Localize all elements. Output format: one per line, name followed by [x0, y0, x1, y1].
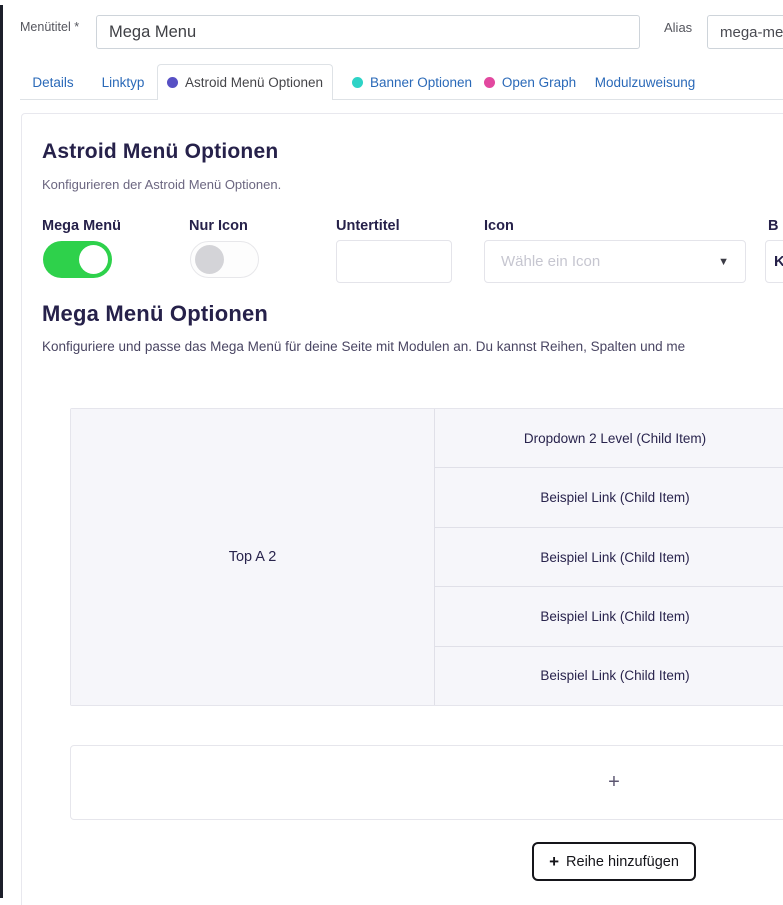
astroid-section-subtitle: Konfigurieren der Astroid Menü Optionen. — [42, 177, 281, 192]
builder-child-cell[interactable]: Beispiel Link (Child Item) — [435, 587, 783, 646]
tab-astroid-menu-optionen[interactable]: Astroid Menü Optionen — [157, 64, 333, 100]
nur-icon-toggle-knob — [195, 245, 224, 274]
menu-title-input[interactable] — [96, 15, 640, 49]
plus-icon: + — [549, 853, 559, 870]
menu-item-edit-screen: Menütitel * Alias Details Linktyp Astroi… — [0, 0, 783, 905]
icon-select-placeholder: Wähle ein Icon — [501, 253, 718, 270]
builder-child-cell-label: Beispiel Link (Child Item) — [540, 609, 689, 624]
builder-child-column: Dropdown 2 Level (Child Item) Beispiel L… — [435, 409, 783, 705]
tab-linktyp[interactable]: Linktyp — [90, 66, 156, 98]
builder-parent-cell-label: Top A 2 — [229, 549, 277, 565]
nur-icon-toggle[interactable] — [190, 241, 259, 278]
builder-child-cell[interactable]: Beispiel Link (Child Item) — [435, 528, 783, 587]
mega-menu-section-title: Mega Menü Optionen — [42, 301, 268, 327]
tab-banner-optionen[interactable]: Banner Optionen — [350, 66, 474, 98]
alias-input[interactable] — [707, 15, 783, 49]
tab-details[interactable]: Details — [20, 66, 86, 98]
builder-child-cell[interactable]: Beispiel Link (Child Item) — [435, 468, 783, 527]
window-left-edge — [0, 5, 3, 898]
mega-menu-section-description: Konfiguriere und passe das Mega Menü für… — [42, 339, 685, 354]
mega-menu-builder-row: Top A 2 Dropdown 2 Level (Child Item) Be… — [70, 408, 783, 706]
icon-select[interactable]: Wähle ein Icon ▼ — [484, 240, 746, 283]
tab-banner-label: Banner Optionen — [370, 75, 472, 90]
tab-details-label: Details — [32, 75, 73, 90]
astroid-tab-dot-icon — [167, 77, 178, 88]
builder-child-cell-label: Dropdown 2 Level (Child Item) — [524, 431, 706, 446]
builder-child-cell-label: Beispiel Link (Child Item) — [540, 668, 689, 683]
astroid-section-title: Astroid Menü Optionen — [42, 140, 278, 164]
nur-icon-toggle-label: Nur Icon — [189, 218, 248, 234]
open-graph-tab-dot-icon — [484, 77, 495, 88]
banner-tab-dot-icon — [352, 77, 363, 88]
tab-astroid-label: Astroid Menü Optionen — [185, 75, 323, 90]
badge-label-clipped: B — [768, 218, 778, 234]
tab-open-graph[interactable]: Open Graph — [477, 66, 583, 98]
badge-input-clipped[interactable] — [765, 240, 783, 283]
chevron-down-icon: ▼ — [718, 256, 729, 268]
tab-modul-label: Modulzuweisung — [595, 75, 696, 90]
tab-og-label: Open Graph — [502, 75, 576, 90]
builder-parent-cell[interactable]: Top A 2 — [71, 409, 435, 705]
tab-bar-divider — [20, 99, 783, 100]
add-column-box[interactable]: + — [70, 745, 783, 820]
untertitel-input[interactable] — [336, 240, 452, 283]
add-row-button-label: Reihe hinzufügen — [566, 854, 679, 870]
menu-title-label: Menütitel * — [20, 20, 79, 34]
alias-label: Alias — [664, 20, 692, 35]
builder-child-cell[interactable]: Beispiel Link (Child Item) — [435, 647, 783, 705]
add-row-button-row: + Reihe hinzufügen — [70, 842, 783, 881]
mega-menu-toggle-knob — [79, 245, 108, 274]
plus-icon: + — [608, 771, 620, 794]
tab-modulzuweisung[interactable]: Modulzuweisung — [586, 66, 704, 98]
builder-child-cell-label: Beispiel Link (Child Item) — [540, 550, 689, 565]
icon-label: Icon — [484, 218, 514, 234]
tab-linktyp-label: Linktyp — [102, 75, 145, 90]
mega-menu-toggle-label: Mega Menü — [42, 218, 121, 234]
builder-child-cell[interactable]: Dropdown 2 Level (Child Item) — [435, 409, 783, 468]
add-row-button[interactable]: + Reihe hinzufügen — [532, 842, 696, 881]
mega-menu-toggle[interactable] — [43, 241, 112, 278]
builder-child-cell-label: Beispiel Link (Child Item) — [540, 490, 689, 505]
untertitel-label: Untertitel — [336, 218, 400, 234]
